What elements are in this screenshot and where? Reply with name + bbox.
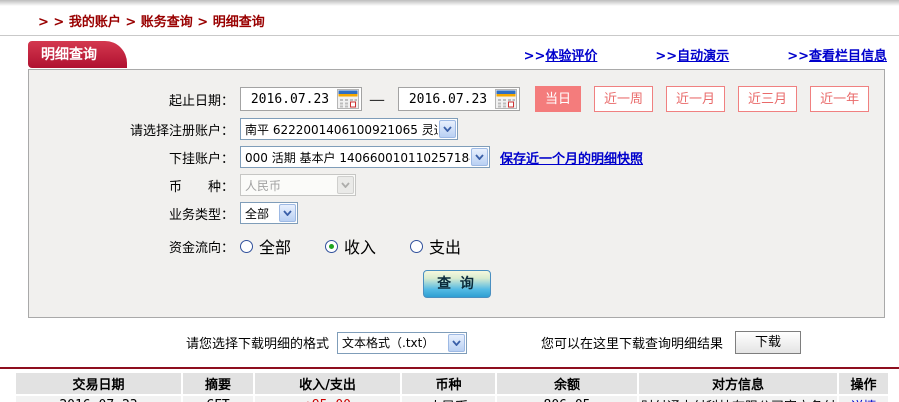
business-type-label: 业务类型： [168,207,234,223]
start-date-input[interactable]: 2016.07.23 [240,87,362,111]
register-account-select[interactable]: 南平 6222001406100921065 灵通卡 [240,118,458,140]
link-prefix: >> [655,49,678,64]
sub-account-label: 下挂账户： [168,151,234,167]
download-button[interactable]: 下载 [735,331,802,354]
fund-flow-option-all[interactable]: 全部 [240,234,291,258]
register-account-value: 南平 6222001406100921065 灵通卡 [245,122,438,137]
currency-value: 人民币 [245,178,282,193]
table-top-rule [0,367,899,369]
cell-summary: CFT [183,396,253,402]
currency-label: 币 种： [168,179,234,195]
col-action: 操作 [839,373,888,394]
header-links: >>体验评价 >>自动演示 >>查看栏目信息 [524,45,899,68]
col-currency: 币种 [402,373,495,394]
cell-amount: +95.00 [255,396,400,402]
link-label: 体验评价 [545,49,598,64]
link-prefix: >> [523,49,546,64]
date-separator: — [369,89,385,109]
link-prefix: >> [787,49,809,64]
radio-label: 支出 [429,238,462,257]
col-counterparty: 对方信息 [639,373,837,394]
cell-balance: 806.05 [497,396,637,402]
cell-counterparty: 财付通支付科技有限公司客户备付金 [639,396,837,402]
table-header-row: 交易日期 摘要 收入/支出 币种 余额 对方信息 操作 [16,373,888,394]
download-row: 请您选择下载明细的格式 文本格式（.txt） 您可以在这里下载查询明细结果 下载 [186,331,899,354]
link-auto-demo[interactable]: >>自动演示 [655,45,729,64]
download-format-label: 请您选择下载明细的格式 [186,337,330,352]
tab-detail-query[interactable]: 明细查询 [28,41,127,68]
section-header: 明细查询 >>体验评价 >>自动演示 >>查看栏目信息 [0,41,899,68]
transaction-table: 交易日期 摘要 收入/支出 币种 余额 对方信息 操作 2016-07-23 C… [14,371,890,402]
breadcrumb: > > 我的账户 > 账务查询 > 明细查询 [38,15,265,30]
fund-flow-label: 资金流向： [168,240,234,256]
radio-label: 收入 [344,238,377,257]
sub-account-row: 下挂账户： 000 活期 基本户 1406600101102571848 保存近… [29,146,884,168]
chevron-down-icon[interactable] [439,120,456,138]
link-label: 查看栏目信息 [808,49,887,64]
sub-account-select[interactable]: 000 活期 基本户 1406600101102571848 [240,146,490,168]
start-date-value: 2016.07.23 [250,91,330,107]
quick-range-week-button[interactable]: 近一周 [594,86,654,112]
col-balance: 余额 [497,373,637,394]
business-type-select[interactable]: 全部 [240,202,298,224]
quick-range-month-button[interactable]: 近一月 [666,86,726,112]
radio-label: 全部 [259,238,292,257]
quick-range-year-button[interactable]: 近一年 [810,86,870,112]
download-hint: 您可以在这里下载查询明细结果 [541,337,724,352]
link-experience-rating[interactable]: >>体验评价 [524,45,598,64]
register-account-row: 请选择注册账户： 南平 6222001406100921065 灵通卡 [29,118,884,140]
breadcrumb-divider [0,35,899,36]
calendar-icon[interactable] [337,89,359,109]
cell-currency: 人民币 [402,396,495,402]
end-date-input[interactable]: 2016.07.23 [398,87,520,111]
col-income-expense: 收入/支出 [255,373,400,394]
table-row: 2016-07-23 CFT +95.00 人民币 806.05 财付通支付科技… [16,396,888,402]
chevron-down-icon[interactable] [279,204,296,222]
radio-unchecked-icon[interactable] [240,239,253,253]
calendar-icon[interactable] [495,89,517,109]
cell-trade-date: 2016-07-23 [16,396,181,402]
currency-select: 人民币 [240,174,356,196]
download-format-select[interactable]: 文本格式（.txt） [337,331,468,354]
fund-flow-option-expense[interactable]: 支出 [410,234,461,258]
save-snapshot-link[interactable]: 保存近一个月的明细快照 [500,148,643,167]
business-type-row: 业务类型： 全部 [29,202,884,224]
query-form-panel: 起止日期： 2016.07.23 — 2016.07.23 当日 近一周 近一月… [28,69,885,318]
chevron-down-icon[interactable] [448,333,466,352]
col-summary: 摘要 [183,373,253,394]
fund-flow-options: 全部 收入 支出 [240,234,495,258]
business-type-value: 全部 [245,206,270,221]
link-view-column-info[interactable]: >>查看栏目信息 [787,45,887,64]
fund-flow-row: 资金流向： 全部 收入 支出 [29,234,884,258]
chevron-down-icon[interactable] [471,148,488,166]
chevron-down-icon [337,176,354,194]
fund-flow-option-income[interactable]: 收入 [325,234,376,258]
currency-row: 币 种： 人民币 [29,174,884,196]
query-button[interactable]: 查 询 [422,270,491,298]
download-format-value: 文本格式（.txt） [342,336,435,350]
link-label: 自动演示 [677,49,730,64]
radio-unchecked-icon[interactable] [410,239,424,253]
date-range-row: 起止日期： 2016.07.23 — 2016.07.23 当日 近一周 近一月… [29,86,884,112]
page: > > 我的账户 > 账务查询 > 明细查询 明细查询 >>体验评价 >>自动演… [0,0,899,402]
end-date-value: 2016.07.23 [408,91,488,107]
radio-checked-icon[interactable] [325,239,339,253]
register-account-label: 请选择注册账户： [129,123,234,139]
date-range-label: 起止日期： [168,93,234,109]
quick-range-today-button[interactable]: 当日 [535,86,582,112]
quick-range-3months-button[interactable]: 近三月 [738,86,798,112]
col-trade-date: 交易日期 [16,373,181,394]
sub-account-value: 000 活期 基本户 1406600101102571848 [245,150,470,165]
